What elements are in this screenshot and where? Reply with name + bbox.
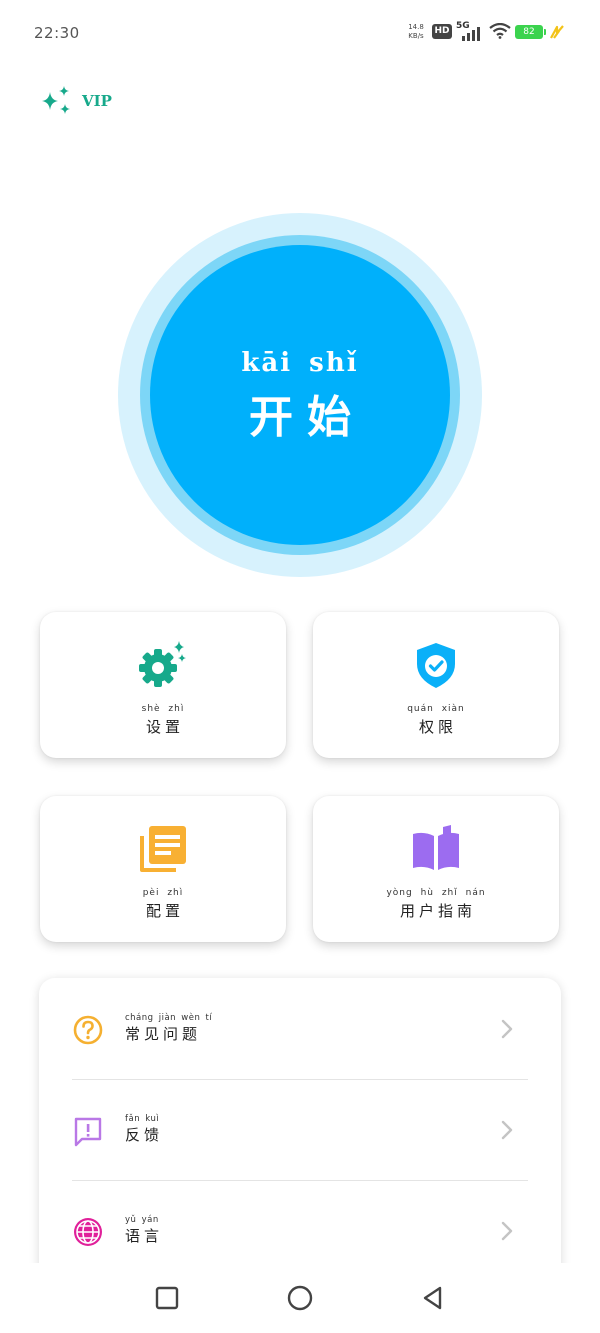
book-icon [413,825,459,870]
permissions-label: 权限 [418,718,457,736]
user-guide-card[interactable]: yòng hù zhǐ nán 用户指南 [313,796,559,942]
system-navigation-bar [0,1263,600,1333]
permissions-pinyin: quán xiàn [407,704,465,714]
start-pinyin: kāi shǐ [241,348,359,378]
config-card[interactable]: pèi zhì 配置 [40,796,286,942]
feedback-label: 反馈 [125,1126,164,1144]
sparkle-icon [42,86,70,114]
language-pinyin: yǔ yán [125,1215,159,1225]
network-type-label: 5G [456,21,470,31]
config-pinyin: pèi zhì [142,888,184,898]
shield-check-icon [417,643,455,688]
back-icon[interactable] [418,1283,448,1313]
start-button[interactable]: kāi shǐ 开始 [150,245,450,545]
recent-apps-icon[interactable] [152,1283,182,1313]
faq-label: 常见问题 [125,1025,202,1043]
user-guide-label: 用户指南 [399,902,476,920]
status-time: 22:30 [34,24,80,42]
settings-label: 设置 [145,718,184,736]
wifi-icon [489,23,511,39]
permissions-card[interactable]: quán xiàn 权限 [313,612,559,758]
language-label: 语言 [125,1227,164,1245]
chevron-right-icon [501,1221,513,1241]
settings-pinyin: shè zhì [141,704,185,714]
start-label: 开始 [249,392,365,443]
network-speed-unit: KB/s [408,32,424,40]
status-bar: 22:30 14.8 KB/s HD 5G 82 [0,0,600,66]
charging-icon [550,25,564,39]
faq-pinyin: cháng jiàn wèn tí [125,1013,213,1023]
faq-item[interactable]: cháng jiàn wèn tí 常见问题 [39,978,561,1078]
hd-icon: HD [432,24,452,39]
network-speed: 14.8 KB/s [405,23,427,41]
user-guide-pinyin: yòng hù zhǐ nán [386,888,486,898]
feedback-icon [74,1117,102,1147]
vip-button[interactable]: VIP [40,84,112,118]
gear-sparkle-icon [139,641,186,687]
question-circle-icon [73,1015,103,1045]
globe-icon [74,1218,102,1246]
menu-list: cháng jiàn wèn tí 常见问题 fǎn kuì 反馈 yǔ yán… [39,978,561,1278]
chevron-right-icon [501,1019,513,1039]
vip-label: VIP [82,92,112,110]
battery-icon: 82 [515,25,546,39]
feedback-pinyin: fǎn kuì [125,1114,160,1124]
chevron-right-icon [501,1120,513,1140]
config-label: 配置 [145,902,184,920]
home-icon[interactable] [285,1283,315,1313]
settings-card[interactable]: shè zhì 设置 [40,612,286,758]
feedback-item[interactable]: fǎn kuì 反馈 [39,1079,561,1179]
network-speed-value: 14.8 [408,23,424,31]
signal-icon: 5G [456,21,482,41]
documents-icon [140,826,186,872]
